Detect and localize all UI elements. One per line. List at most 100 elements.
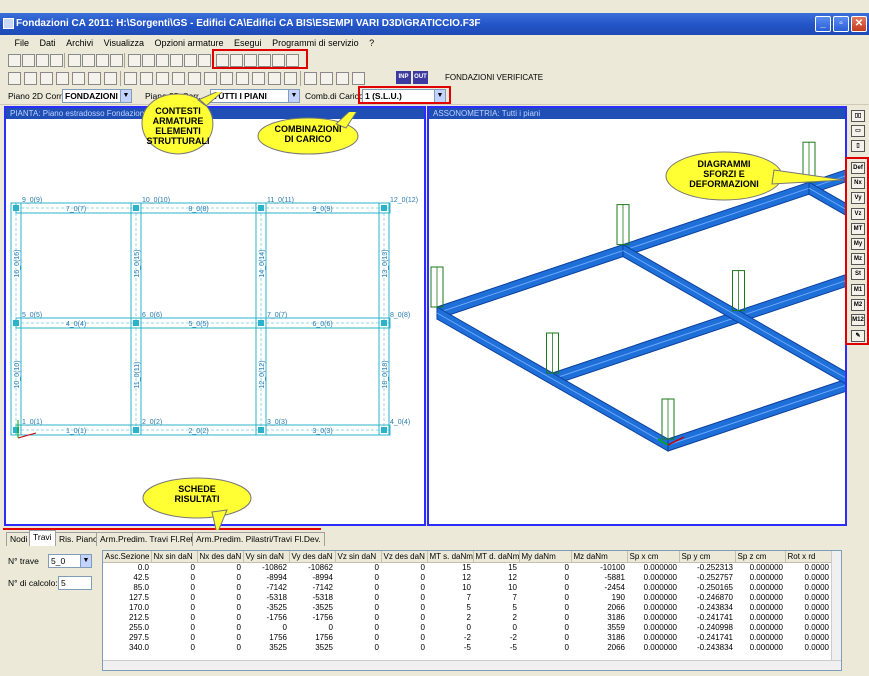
column-header[interactable]: Vy sin daN [243, 551, 290, 563]
menu-dati[interactable]: Dati [36, 36, 60, 51]
column-header[interactable]: Sp z cm [735, 551, 786, 563]
view-icon[interactable] [198, 54, 211, 67]
plan-node [133, 205, 139, 211]
table-row[interactable]: 255.0 0 0 0 0 0 0 0 0 0 3559 0.000000 -0.240998 0.000… [103, 623, 831, 633]
minimize-button[interactable]: _ [815, 16, 831, 32]
light-icon[interactable] [220, 72, 233, 85]
new-icon[interactable] [8, 54, 21, 67]
tab-travi[interactable]: Travi [29, 530, 56, 546]
out-button[interactable]: OUT [413, 71, 428, 84]
import-icon[interactable] [170, 54, 183, 67]
calc-icon[interactable] [68, 54, 81, 67]
column-header[interactable]: Nx sin daN [151, 551, 198, 563]
fill-icon[interactable] [284, 72, 297, 85]
table-cell: 0 [236, 592, 241, 602]
text-icon[interactable] [304, 72, 317, 85]
plan-node-label: 6_0(6) [142, 312, 162, 319]
grid-icon[interactable] [82, 54, 95, 67]
table-cell: 10 [508, 582, 517, 592]
inp-button[interactable]: INP [396, 71, 411, 84]
save-icon[interactable] [36, 54, 49, 67]
tab-ris-piano[interactable]: Ris. Piano [55, 532, 102, 546]
grid-view-icon[interactable] [320, 72, 333, 85]
column-header[interactable]: Asc.Sezione [103, 551, 152, 563]
table-row[interactable]: 127.5 0 0 -5318 -5318 0 0 7 7 0 190 0.000000 -0.2468… [103, 593, 831, 603]
column-header[interactable]: Vz sin daN [335, 551, 382, 563]
column-header[interactable]: Vy des daN [289, 551, 336, 563]
close-button[interactable]: ✕ [851, 16, 867, 32]
plan-col-label: 12_0(12) [259, 360, 266, 388]
delete-icon[interactable] [104, 72, 117, 85]
vertical-scrollbar[interactable] [831, 551, 841, 662]
maximize-button[interactable]: ▫ [833, 16, 849, 32]
column-header[interactable]: My daNm [519, 551, 572, 563]
table-cell: -0.241741 [696, 612, 733, 622]
table-view-icon[interactable] [336, 72, 349, 85]
results-table[interactable]: Asc.Sezione Nx sin daN Nx des daN Vy sin da… [102, 550, 842, 671]
menu-file[interactable]: File [11, 36, 34, 51]
menu-archivi[interactable]: Archivi [62, 36, 97, 51]
print-icon[interactable] [50, 54, 63, 67]
callout-schede: SCHEDE RISULTATI [142, 476, 252, 536]
move-icon[interactable] [204, 72, 217, 85]
ruler-icon[interactable] [252, 72, 265, 85]
cross-icon[interactable] [56, 72, 69, 85]
rotate-icon[interactable] [188, 72, 201, 85]
line-icon[interactable] [40, 72, 53, 85]
column-header[interactable]: Sp x cm [627, 551, 680, 563]
table-cell: 3186 [607, 632, 625, 642]
table-row[interactable]: 340.0 0 0 3525 3525 0 0 -5 -5 0 2066 0.000000 -0.243… [103, 643, 831, 653]
plan-node-label: 9_0(9) [22, 197, 42, 204]
table-row[interactable]: 0.0 0 0 -10862 -10862 0 0 15 15 0 -10100 0.000000 -0… [103, 562, 831, 573]
column-header[interactable]: Rot x rd [785, 551, 832, 563]
tab-arm-travi[interactable]: Arm.Predim. Travi Fl.Retta [96, 532, 205, 546]
title-bar[interactable]: Fondazioni CA 2011: H:\Sorgenti\GS - Edi… [0, 13, 869, 35]
column-header[interactable]: MT s. daNm [427, 551, 474, 563]
split-vertical-icon[interactable]: ▯▯ [851, 110, 865, 122]
table-icon[interactable] [88, 72, 101, 85]
plan-col-label: 13_0(13) [382, 249, 389, 277]
tab-arm-pilastri[interactable]: Arm.Predim. Pilastri/Travi Fl.Dev. [192, 532, 325, 546]
column-header[interactable]: Mz daNm [571, 551, 628, 563]
point-icon[interactable] [24, 72, 37, 85]
data-icon[interactable] [142, 54, 155, 67]
lock-icon[interactable] [352, 72, 365, 85]
globe-icon[interactable] [236, 72, 249, 85]
level-icon[interactable] [268, 72, 281, 85]
calc-field[interactable]: 5 [58, 576, 92, 590]
tools-icon[interactable] [110, 54, 123, 67]
table-row[interactable]: 85.0 0 0 -7142 -7142 0 0 10 10 0 -2454 0.000000 -0.2… [103, 583, 831, 593]
table-row[interactable]: 42.5 0 0 -8994 -8994 0 0 12 12 0 -5881 0.000000 -0.2… [103, 573, 831, 583]
window-title: Fondazioni CA 2011: H:\Sorgenti\GS - Edi… [16, 18, 481, 29]
table-cell: 297.5 [128, 632, 149, 642]
menu-help[interactable]: ? [365, 36, 378, 51]
table-row[interactable]: 297.5 0 0 1756 1756 0 0 -2 -2 0 3186 0.000000 -0.241… [103, 633, 831, 643]
column-header[interactable]: Vz des daN [381, 551, 428, 563]
plane2d-select[interactable]: FONDAZIONI ▼ [62, 89, 132, 103]
plan-view[interactable]: PIANTA: Piano estradosso Fondazioni 7_0(… [4, 106, 426, 526]
table-cell: 15 [508, 562, 517, 572]
table-row[interactable]: 170.0 0 0 -3525 -3525 0 0 5 5 0 2066 0.000000 -0.243… [103, 603, 831, 613]
zoom-window-icon[interactable] [156, 72, 169, 85]
tab-nodi[interactable]: Nodi [6, 532, 32, 546]
layers-icon[interactable] [128, 54, 141, 67]
zoom-all-icon[interactable] [172, 72, 185, 85]
split-horizontal-icon[interactable]: ▭ [851, 125, 865, 137]
column-header[interactable]: Nx des daN [197, 551, 244, 563]
open-icon[interactable] [22, 54, 35, 67]
column-header[interactable]: MT d. daNm [473, 551, 520, 563]
zoom-out-icon[interactable] [140, 72, 153, 85]
column-header[interactable]: Sp y cm [679, 551, 736, 563]
rect-icon[interactable] [72, 72, 85, 85]
model-icon[interactable] [156, 54, 169, 67]
horizontal-scrollbar[interactable] [103, 660, 841, 670]
single-view-icon[interactable]: ▯ [851, 140, 865, 152]
menu-visualizza[interactable]: Visualizza [100, 36, 148, 51]
table-cell: 0 [236, 562, 241, 572]
export-icon[interactable] [184, 54, 197, 67]
trave-select[interactable]: 5_0 ▼ [48, 554, 92, 568]
table-row[interactable]: 212.5 0 0 -1756 -1756 0 0 2 2 0 3186 0.000000 -0.241… [103, 613, 831, 623]
pencil-icon[interactable] [8, 72, 21, 85]
zoom-in-icon[interactable] [124, 72, 137, 85]
settings-icon[interactable] [96, 54, 109, 67]
